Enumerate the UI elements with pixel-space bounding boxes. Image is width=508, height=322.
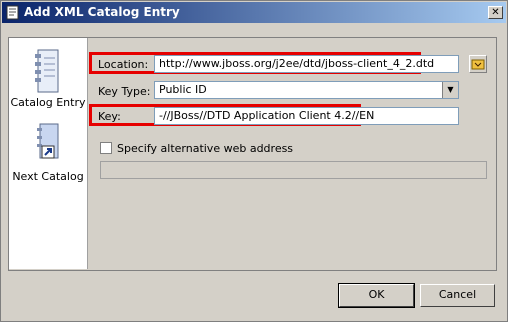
close-button[interactable]: ✕ (488, 6, 503, 19)
alt-web-label: Specify alternative web address (117, 142, 294, 155)
alt-web-checkbox[interactable] (100, 142, 112, 154)
browse-button[interactable] (469, 55, 487, 73)
folder-icon (471, 59, 485, 70)
catalog-type-sidebar: Catalog Entry Next Catalog (9, 38, 88, 269)
xml-catalog-icon (6, 5, 19, 20)
key-type-value: Public ID (159, 83, 207, 96)
window-title: Add XML Catalog Entry (24, 5, 180, 19)
location-input[interactable]: http://www.jboss.org/j2ee/dtd/jboss-clie… (154, 55, 459, 73)
key-label: Key: (98, 110, 121, 123)
sidebar-item-next-catalog[interactable]: Next Catalog (9, 122, 87, 183)
sidebar-item-label: Next Catalog (12, 170, 84, 183)
sidebar-item-label: Catalog Entry (10, 96, 86, 109)
key-type-label: Key Type: (98, 85, 151, 98)
catalog-entry-icon (35, 49, 59, 93)
chevron-down-icon[interactable]: ▼ (442, 82, 458, 98)
location-label: Location: (98, 58, 149, 71)
ok-button[interactable]: OK (338, 283, 415, 308)
close-icon: ✕ (491, 7, 500, 18)
key-type-select[interactable]: Public ID ▼ (154, 81, 459, 99)
cancel-button[interactable]: Cancel (420, 284, 495, 307)
title-bar[interactable]: Add XML Catalog Entry ✕ (2, 2, 506, 23)
next-catalog-icon (37, 123, 59, 159)
alt-web-input[interactable] (100, 161, 487, 179)
sidebar-item-catalog-entry[interactable]: Catalog Entry (9, 48, 87, 109)
key-input[interactable]: -//JBoss//DTD Application Client 4.2//EN (154, 107, 459, 125)
dialog-window: Add XML Catalog Entry ✕ Catalog Entry Ne… (0, 0, 508, 322)
